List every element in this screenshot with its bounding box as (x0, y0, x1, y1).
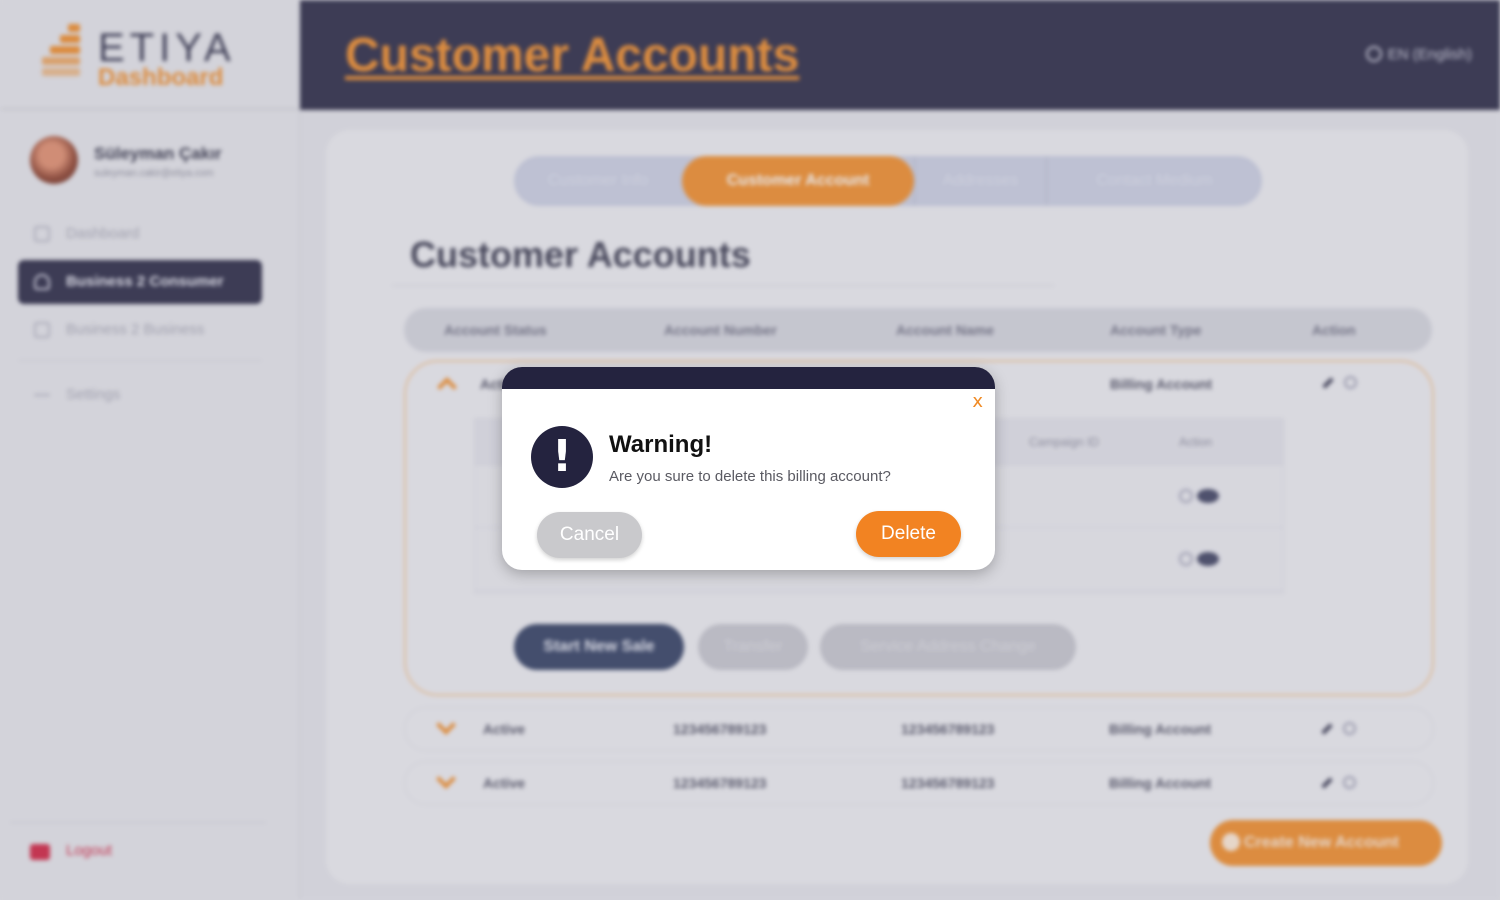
exclamation-icon: ! (531, 426, 593, 488)
cancel-button[interactable]: Cancel (537, 512, 642, 558)
dialog-message: Are you sure to delete this billing acco… (609, 468, 891, 485)
close-icon[interactable]: x (972, 391, 983, 412)
dialog-header-bar (502, 367, 995, 389)
delete-button[interactable]: Delete (856, 511, 961, 557)
warning-dialog: x ! Warning! Are you sure to delete this… (502, 367, 995, 570)
dialog-title: Warning! (609, 431, 713, 458)
